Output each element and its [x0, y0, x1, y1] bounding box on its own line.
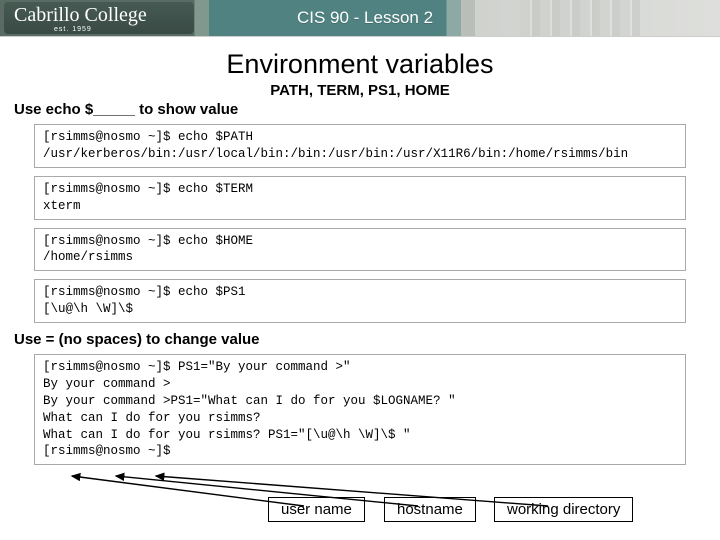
- banner-decor-pillars: [520, 0, 640, 36]
- logo-text-main: Cabrillo College: [14, 4, 147, 26]
- label-hostname: hostname: [384, 497, 476, 522]
- page-subtitle: PATH, TERM, PS1, HOME: [14, 82, 706, 99]
- terminal-output-ps1-change: [rsimms@nosmo ~]$ PS1="By your command >…: [34, 354, 686, 465]
- page-title: Environment variables: [14, 49, 706, 80]
- terminal-output-path: [rsimms@nosmo ~]$ echo $PATH /usr/kerber…: [34, 124, 686, 168]
- label-username: user name: [268, 497, 365, 522]
- top-banner: Cabrillo College est. 1959 CIS 90 - Less…: [0, 0, 720, 37]
- instruction-change-value: Use = (no spaces) to change value: [14, 331, 706, 348]
- callout-labels-row: user name hostname working directory: [0, 468, 720, 528]
- college-logo: Cabrillo College est. 1959: [4, 2, 194, 34]
- banner-title: CIS 90 - Lesson 2: [210, 0, 520, 36]
- instruction-show-value: Use echo $_____ to show value: [14, 101, 706, 118]
- terminal-output-term: [rsimms@nosmo ~]$ echo $TERM xterm: [34, 176, 686, 220]
- label-working-directory: working directory: [494, 497, 633, 522]
- terminal-output-ps1: [rsimms@nosmo ~]$ echo $PS1 [\u@\h \W]\$: [34, 279, 686, 323]
- terminal-output-home: [rsimms@nosmo ~]$ echo $HOME /home/rsimm…: [34, 228, 686, 272]
- logo-text-sub: est. 1959: [54, 26, 194, 33]
